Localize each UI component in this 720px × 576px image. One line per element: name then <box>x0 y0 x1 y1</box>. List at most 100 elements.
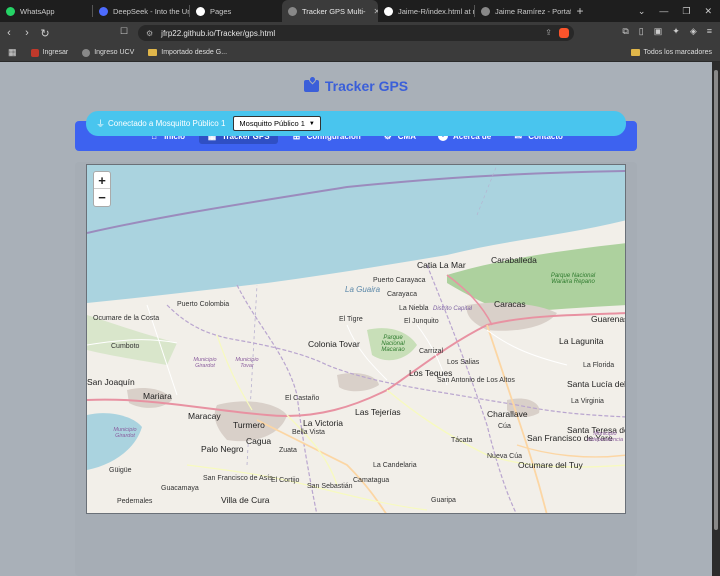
browser-tab-strip: WhatsApp DeepSeek - Into the Unk Pages T… <box>0 0 720 22</box>
close-window-icon[interactable]: ✕ <box>704 6 712 17</box>
tab-search-icon[interactable]: ⌄ <box>638 6 646 17</box>
folder-icon <box>630 49 640 56</box>
deepseek-icon <box>99 6 108 16</box>
map-town-label: Guacamaya <box>161 485 199 492</box>
tab-whatsapp[interactable]: WhatsApp <box>0 0 92 22</box>
zoom-out-button[interactable]: − <box>94 189 110 206</box>
map-marked-icon <box>303 80 319 92</box>
map-city-label: Caraballeda <box>491 255 537 265</box>
zoom-control: + − <box>93 171 111 207</box>
site-title: Tracker GPS <box>0 78 712 94</box>
all-bookmarks[interactable]: Todos los marcadores <box>630 49 712 56</box>
maximize-icon[interactable]: ❐ <box>682 6 690 17</box>
map-city-label: La Victoria <box>303 418 344 428</box>
map-city-label: Turmero <box>233 420 265 430</box>
sidebar-icon[interactable]: ▯ <box>639 26 644 37</box>
map-town-label: Guaripa <box>431 497 456 504</box>
vpn-icon[interactable]: ◈ <box>690 26 697 37</box>
map-city-label: Colonia Tovar <box>308 339 360 349</box>
back-icon[interactable]: ‹ <box>0 27 18 39</box>
map-town-label: Nueva Cúa <box>487 453 523 460</box>
reload-icon[interactable]: ↻ <box>36 27 54 40</box>
tab-deepseek[interactable]: DeepSeek - Into the Unk <box>93 0 189 22</box>
toolbar-actions: ⧉ ▯ ▣ ✦ ◈ ≡ <box>622 26 712 37</box>
map-town-label: La Florida <box>583 362 615 369</box>
map-city-label: Catia La Mar <box>417 260 466 270</box>
globe-icon <box>82 48 91 57</box>
map-town-label: Carayaca <box>387 291 417 298</box>
map-city-label: Mariara <box>143 391 172 401</box>
map-municipality-label: Municipio Girardot <box>193 357 217 369</box>
map-city-label: Santa Lucía del Tuy <box>567 379 626 389</box>
browser-toolbar: ‹ › ↻ ☐ ⚙ jfrp22.github.io/Tracker/gps.h… <box>0 22 720 44</box>
tab-jaime-portfolio[interactable]: Jaime Ramírez - Portafol <box>475 0 571 22</box>
map-town-label: La Niebla <box>399 305 429 312</box>
extensions-icon[interactable]: ⧉ <box>622 26 628 37</box>
url-text: jfrp22.github.io/Tracker/gps.html <box>161 28 276 38</box>
map-town-label: Zuata <box>279 447 297 454</box>
map-town-label: Carrizal <box>419 348 444 355</box>
map-park-label: Parque Nacional Waraira Repano <box>550 273 596 285</box>
github-icon <box>196 6 205 16</box>
bookmarks-bar: ▦ Ingresar Ingreso UCV Importado desde G… <box>0 44 720 62</box>
window-controls: ⌄ — ❐ ✕ <box>638 0 720 22</box>
map-town-label: Ocumare de la Costa <box>93 315 160 322</box>
map-town-label: Cúa <box>498 423 511 430</box>
map-town-label: Camatagua <box>353 477 390 484</box>
map-city-label: Villa de Cura <box>221 495 270 505</box>
site-info-icon[interactable]: ⚙ <box>146 29 153 38</box>
bookmark-ingreso-ucv[interactable]: Ingreso UCV <box>82 48 135 57</box>
tab-title: WhatsApp <box>20 6 55 16</box>
map-town-label: Bella Vista <box>292 429 325 436</box>
tab-tracker-gps[interactable]: Tracker GPS Multi- ✕ <box>282 0 378 22</box>
bookmark-imported-folder[interactable]: Importado desde G... <box>148 49 227 56</box>
tab-title: Tracker GPS Multi- <box>302 6 366 16</box>
tab-jaime-index[interactable]: Jaime-R/index.html at m <box>378 0 474 22</box>
globe-icon <box>481 6 490 16</box>
share-icon[interactable]: ⇪ <box>545 28 552 37</box>
bookmark-label: Ingresar <box>42 49 69 56</box>
new-tab-button[interactable]: + <box>571 4 589 18</box>
map-town-label: San Francisco de Asís <box>203 475 273 482</box>
flag-icon <box>30 48 39 57</box>
bookmark-icon[interactable]: ☐ <box>120 26 128 37</box>
minimize-icon[interactable]: — <box>659 6 668 16</box>
map-town-label: Güigüe <box>109 467 132 474</box>
address-bar[interactable]: ⚙ jfrp22.github.io/Tracker/gps.html ⇪ <box>138 25 574 41</box>
bookmark-label: Todos los marcadores <box>643 49 712 56</box>
map-town-label: La Candelaria <box>373 462 417 469</box>
connection-status-bar: ⏚ Conectado a Mosquitto Público 1 Mosqui… <box>86 111 626 136</box>
bookmark-ingresar[interactable]: Ingresar <box>30 48 69 57</box>
map-city-label: Cagua <box>246 436 272 446</box>
bookmark-label: Ingreso UCV <box>94 49 135 56</box>
globe-icon <box>288 6 297 16</box>
gps-map[interactable]: + − La Guaira Catia La Mar Caraballeda C… <box>86 164 626 514</box>
map-city-label: San Joaquín <box>87 377 135 387</box>
map-city-label: La Lagunita <box>559 336 604 346</box>
tab-pages[interactable]: Pages <box>190 0 282 22</box>
map-municipality-label: Municipio Tovar <box>235 357 259 369</box>
wallet-icon[interactable]: ▣ <box>654 26 663 37</box>
connection-status-text: Conectado a Mosquitto Público 1 <box>108 119 226 128</box>
site-title-text: Tracker GPS <box>324 78 409 94</box>
map-town-label: San Antonio de Los Altos <box>437 377 515 384</box>
map-city-label: Palo Negro <box>201 444 244 454</box>
leo-icon[interactable]: ✦ <box>672 26 680 37</box>
map-municipality-label: Municipio Independencia <box>586 431 624 443</box>
bookmark-label: Importado desde G... <box>161 49 228 56</box>
broker-select[interactable]: Mosquitto Público 1 ▼ <box>233 116 321 131</box>
apps-icon[interactable]: ▦ <box>8 47 17 58</box>
map-district-label: Distrito Capital <box>433 306 473 312</box>
zoom-in-button[interactable]: + <box>94 172 110 189</box>
map-city-label: Maracay <box>188 411 221 421</box>
map-town-label: La Virginia <box>571 398 604 405</box>
page-scrollbar[interactable] <box>712 62 720 576</box>
map-town-label: Cumboto <box>111 343 140 350</box>
folder-icon <box>148 49 158 56</box>
menu-icon[interactable]: ≡ <box>707 26 712 37</box>
map-town-label: Pedernales <box>117 498 153 505</box>
scrollbar-thumb[interactable] <box>714 70 718 530</box>
forward-icon[interactable]: › <box>18 27 36 39</box>
plug-icon: ⏚ <box>96 119 106 129</box>
brave-shields-icon[interactable] <box>559 28 569 38</box>
